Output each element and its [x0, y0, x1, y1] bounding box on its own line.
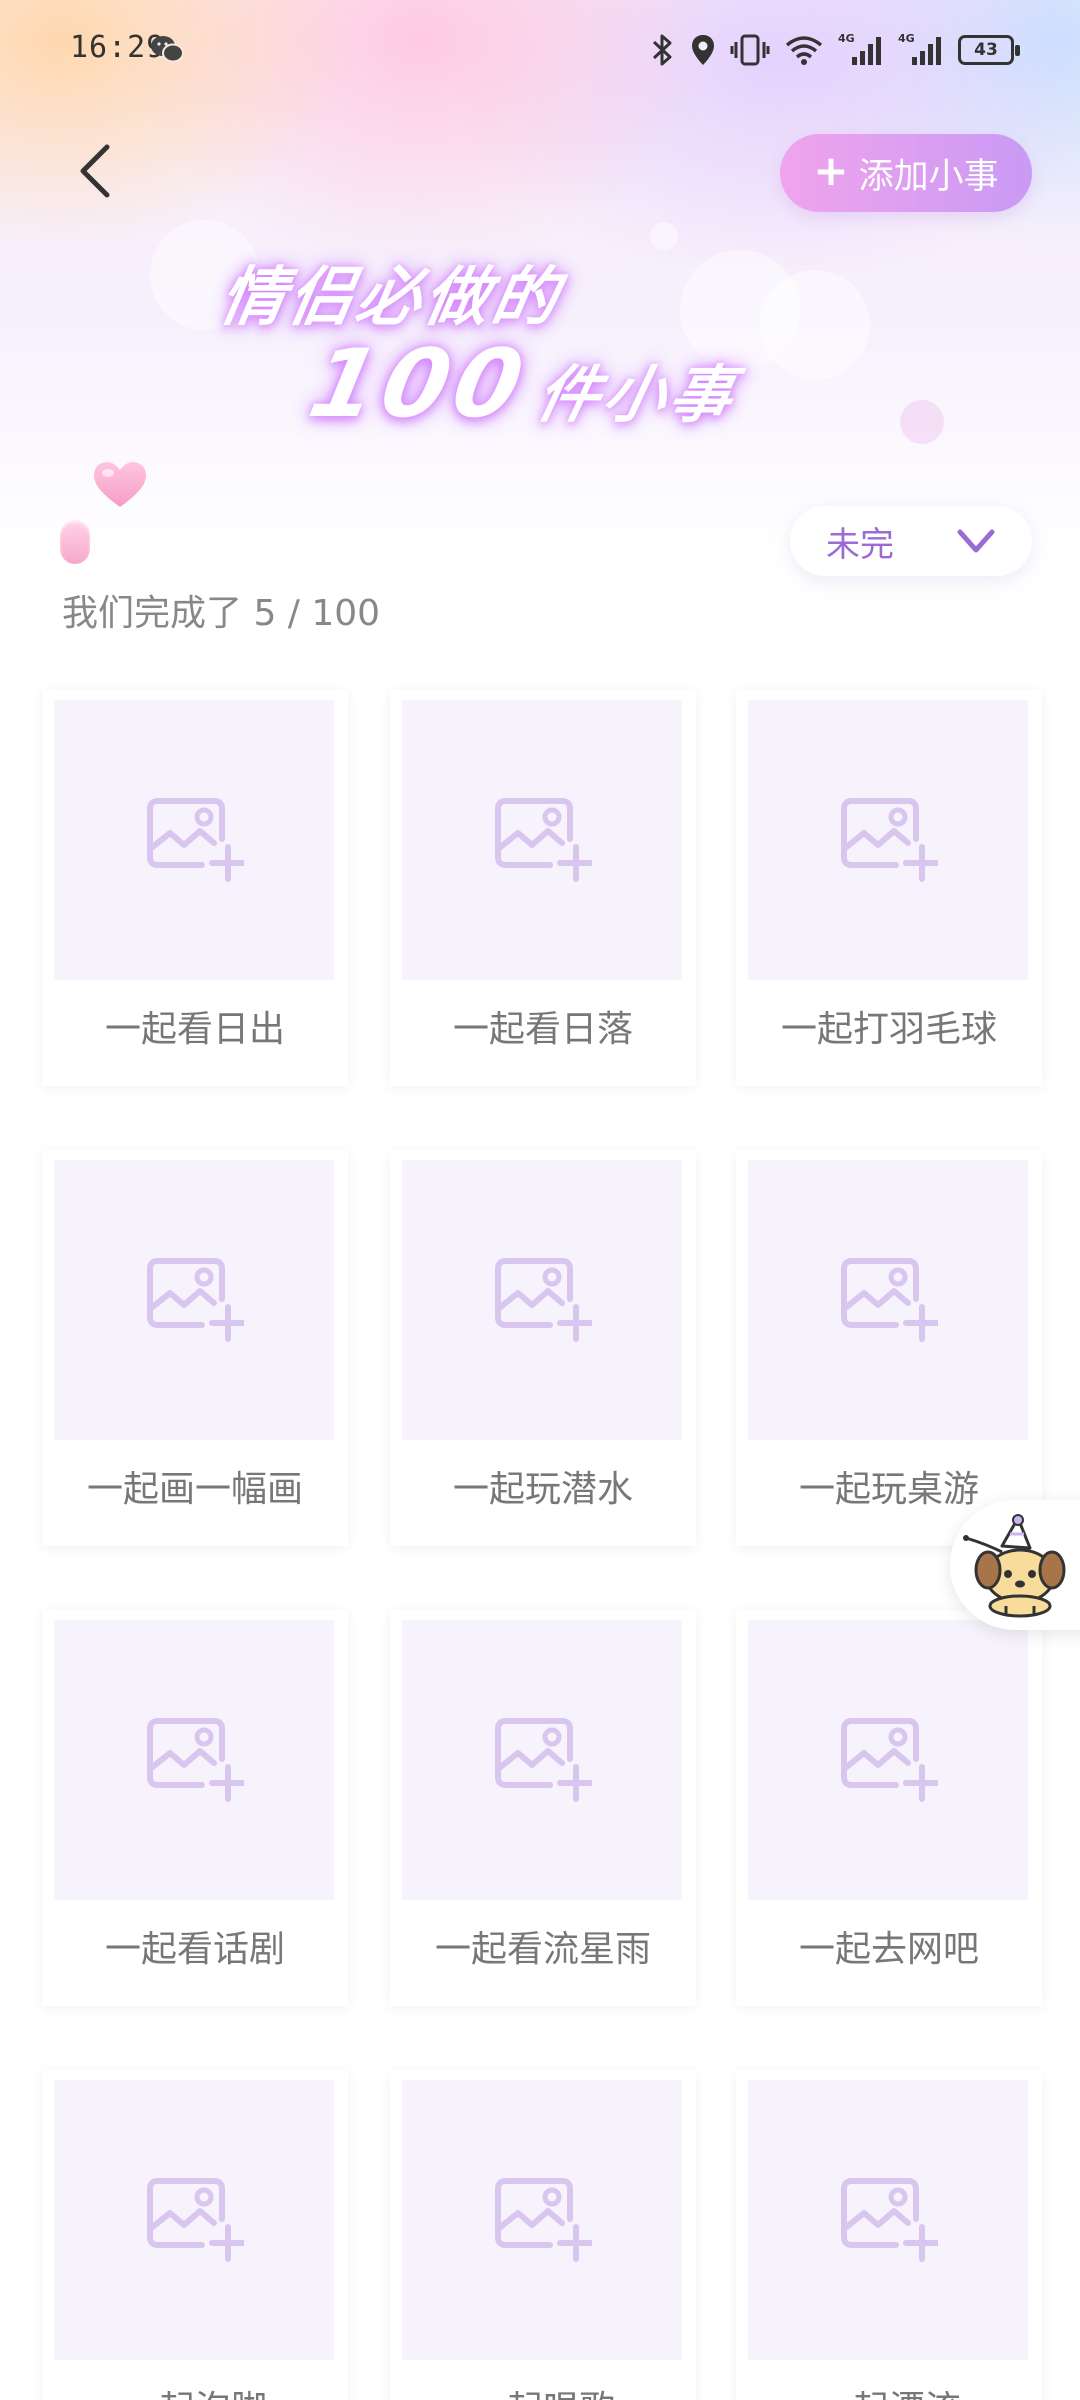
- svg-text:4G: 4G: [898, 32, 915, 45]
- add-image-icon: [147, 1718, 244, 1802]
- item-label: 一起漂流: [736, 2380, 1042, 2400]
- item-label: 一起打羽毛球: [780, 1009, 997, 1050]
- item-image-placeholder[interactable]: [54, 1620, 334, 1900]
- item-image-placeholder[interactable]: [748, 1620, 1028, 1900]
- puppy-mascot-icon: [963, 1514, 1066, 1618]
- item-image-placeholder[interactable]: [402, 700, 682, 980]
- item-image-placeholder[interactable]: [748, 700, 1028, 980]
- item-image-placeholder[interactable]: [54, 2080, 334, 2360]
- add-image-icon: [841, 1258, 938, 1342]
- item-label: 一起玩潜水: [452, 1469, 633, 1510]
- item-label: 一起看日落: [452, 1009, 633, 1050]
- floating-mascot-button[interactable]: [950, 1500, 1080, 1630]
- item-image-placeholder[interactable]: [54, 700, 334, 980]
- svg-text:4G: 4G: [838, 32, 855, 45]
- item-card[interactable]: 一起泡脚: [42, 2070, 348, 2400]
- add-image-icon: [495, 798, 592, 882]
- add-image-icon: [495, 1258, 592, 1342]
- heart-icon: [94, 462, 146, 507]
- decor-bubble: [760, 270, 870, 380]
- item-label: 一起泡脚: [42, 2380, 348, 2400]
- item-card[interactable]: 一起玩潜水: [390, 1150, 696, 1546]
- back-button[interactable]: [60, 136, 130, 206]
- status-bar: 16:29 4G 4G 43: [0, 0, 1080, 100]
- decor-bubble: [900, 400, 944, 444]
- chevron-left-icon: [80, 144, 110, 198]
- chevron-down-icon: [957, 529, 995, 553]
- page-title-line2: 100 件小事: [300, 330, 749, 439]
- item-card[interactable]: 一起看日出: [42, 690, 348, 1086]
- item-label: 一起看话剧: [104, 1929, 285, 1970]
- decor-bubble: [650, 222, 678, 250]
- wifi-icon: [785, 36, 823, 65]
- item-label: 一起唱歌: [390, 2380, 696, 2400]
- add-image-icon: [841, 798, 938, 882]
- filter-selected-label: 未完: [826, 524, 894, 565]
- item-image-placeholder[interactable]: [402, 2080, 682, 2360]
- add-item-label: 添加小事: [858, 156, 999, 197]
- page: 16:29 4G 4G 43 + 添加小事 情侣必做的 100 件小事 未完 我…: [0, 0, 1080, 2400]
- page-title-tail: 件小事: [530, 358, 744, 431]
- bluetooth-icon: [652, 34, 672, 66]
- item-image-placeholder[interactable]: [748, 2080, 1028, 2360]
- item-card[interactable]: 一起漂流: [736, 2070, 1042, 2400]
- wechat-icon: [151, 36, 184, 63]
- item-card[interactable]: 一起画一幅画: [42, 1150, 348, 1546]
- item-label: 一起看日出: [104, 1009, 285, 1050]
- item-image-placeholder[interactable]: [402, 1620, 682, 1900]
- battery-indicator: 43: [958, 35, 1020, 65]
- item-card[interactable]: 一起玩桌游: [736, 1150, 1042, 1546]
- page-title-line1: 情侣必做的: [214, 261, 568, 335]
- signal-4g-icon: 4G: [898, 32, 941, 65]
- vibrate-icon: [730, 34, 770, 66]
- location-icon: [692, 35, 714, 65]
- item-card[interactable]: 一起唱歌: [390, 2070, 696, 2400]
- item-card[interactable]: 一起去网吧: [736, 1610, 1042, 2006]
- add-image-icon: [495, 2178, 592, 2262]
- status-filter-dropdown[interactable]: 未完: [790, 506, 1032, 576]
- decor-pill: [60, 520, 90, 564]
- add-image-icon: [147, 1258, 244, 1342]
- item-card[interactable]: 一起看话剧: [42, 1610, 348, 2006]
- item-image-placeholder[interactable]: [748, 1160, 1028, 1440]
- status-icons: 4G 4G 43: [650, 28, 1020, 72]
- add-image-icon: [841, 2178, 938, 2262]
- plus-icon: +: [813, 146, 849, 195]
- progress-text: 我们完成了 5 / 100: [62, 593, 381, 634]
- item-image-placeholder[interactable]: [402, 1160, 682, 1440]
- add-image-icon: [495, 1718, 592, 1802]
- item-card[interactable]: 一起看流星雨: [390, 1610, 696, 2006]
- item-card[interactable]: 一起打羽毛球: [736, 690, 1042, 1086]
- signal-4g-icon: 4G: [838, 32, 881, 65]
- page-title-number: 100: [300, 330, 538, 439]
- add-item-button[interactable]: + 添加小事: [780, 134, 1032, 212]
- item-image-placeholder[interactable]: [54, 1160, 334, 1440]
- item-label: 一起画一幅画: [86, 1469, 303, 1510]
- item-label: 一起看流星雨: [434, 1929, 651, 1970]
- add-image-icon: [147, 798, 244, 882]
- item-card[interactable]: 一起看日落: [390, 690, 696, 1086]
- item-label: 一起去网吧: [798, 1929, 979, 1970]
- add-image-icon: [841, 1718, 938, 1802]
- add-image-icon: [147, 2178, 244, 2262]
